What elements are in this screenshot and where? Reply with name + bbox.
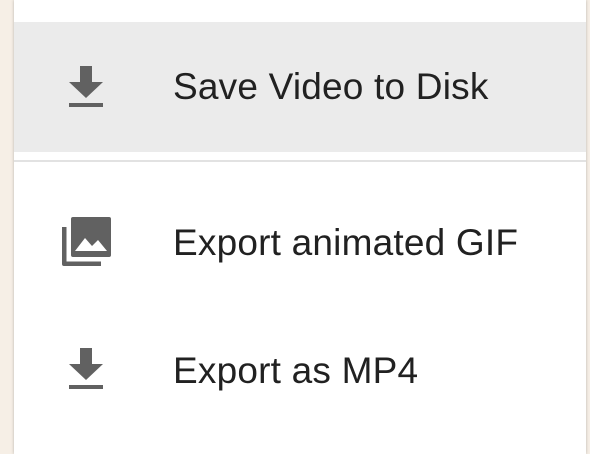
export-menu: Save Video to Disk Export animated GIF E… (14, 0, 586, 454)
save-video-to-disk-item[interactable]: Save Video to Disk (14, 22, 586, 152)
download-icon (54, 55, 118, 119)
download-icon (54, 337, 118, 401)
save-video-to-disk-label: Save Video to Disk (173, 66, 489, 107)
menu-divider (14, 160, 586, 162)
photo-library-icon (54, 210, 118, 274)
export-as-mp4-label: Export as MP4 (173, 350, 419, 391)
export-animated-gif-label: Export animated GIF (173, 222, 519, 263)
menu-top-padding (14, 0, 586, 22)
menu-bottom-padding (14, 430, 586, 454)
export-animated-gif-item[interactable]: Export animated GIF (14, 180, 586, 305)
export-as-mp4-item[interactable]: Export as MP4 (14, 305, 586, 430)
